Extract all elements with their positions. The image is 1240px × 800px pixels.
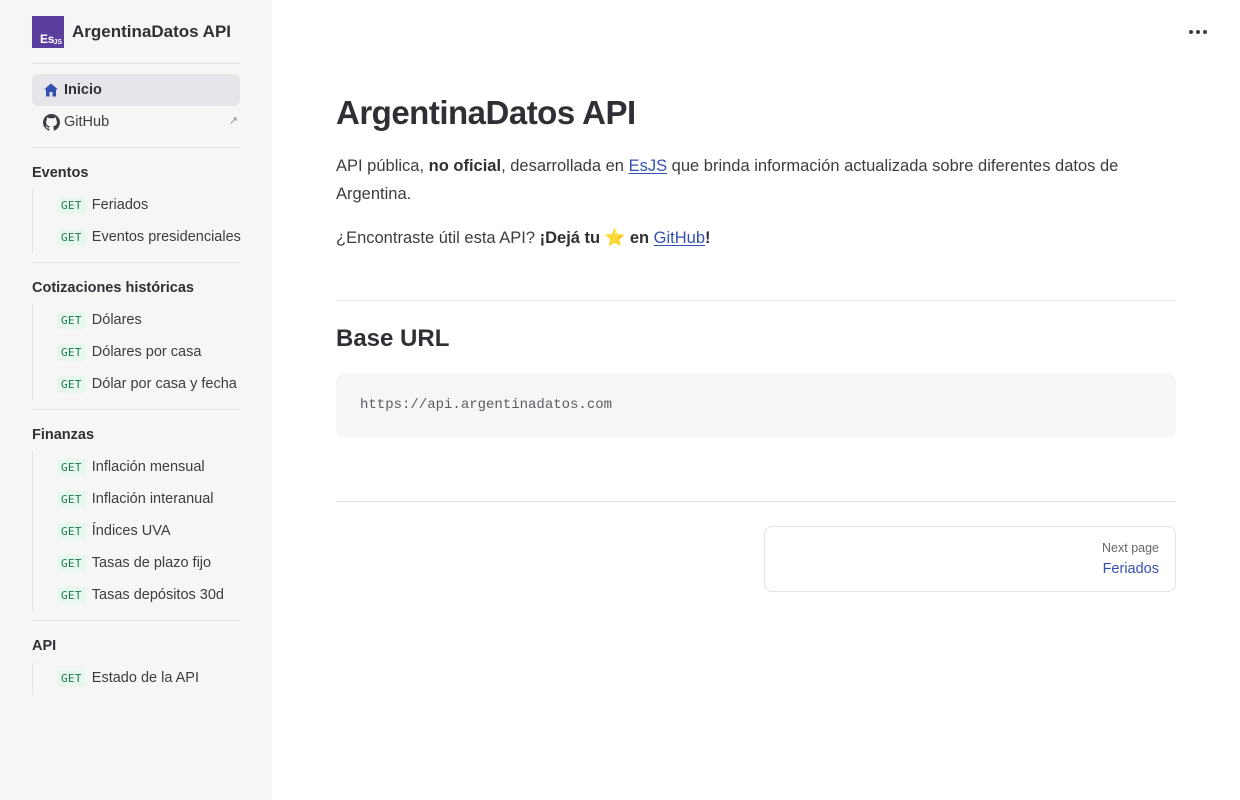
intro-bold: no oficial [428,157,502,175]
get-method-badge: GET [57,228,86,246]
next-page-label: Next page [1102,541,1159,555]
base-url-heading: Base URL [336,325,450,352]
sidebar-group-finanzas: Finanzas GET Inflación mensual GET Inflaci… [32,419,240,611]
sidebar-item-label: Estado de la API [91,670,199,686]
sidebar-item-dolar-por-casa-y-fecha[interactable]: GET Dólar por casa y fecha [57,368,240,400]
sidebar-item-tasas-depositos-30d[interactable]: GET Tasas depósitos 30d [57,579,240,611]
nav-item-label: Inicio [64,82,102,98]
home-icon [42,81,60,99]
nav-item-github[interactable]: GitHub ↗ [32,106,240,138]
next-page-link[interactable]: Next page Feriados [764,526,1176,592]
more-options-button[interactable] [1186,22,1210,42]
sidebar-item-inflacion-mensual[interactable]: GET Inflación mensual [57,451,240,483]
divider [32,620,240,621]
intro-text: , desarrollada en [501,157,629,175]
sidebar-group-list: GET Feriados GET Eventos presidenciales [32,189,241,253]
page-title: ArgentinaDatos API [336,94,636,131]
esjs-logo: Es JS [32,16,64,48]
divider [336,300,1176,301]
get-method-badge: GET [57,490,86,508]
external-link-icon: ↗ [228,115,238,127]
sidebar-group-title: Cotizaciones históricas [32,280,194,296]
sidebar-group-list: GET Inflación mensual GET Inflación intera… [32,451,240,611]
sidebar-group-title: Eventos [32,165,89,181]
github-icon [42,113,60,131]
sidebar-item-label: Inflación mensual [91,459,205,475]
dot-icon [1203,30,1207,34]
get-method-badge: GET [57,554,86,572]
sidebar-item-label: Dólares por casa [91,344,202,360]
get-method-badge: GET [57,311,86,329]
esjs-link[interactable]: EsJS [629,157,668,175]
base-url-text: https://api.argentinadatos.com [360,397,613,413]
github-link[interactable]: GitHub [654,229,705,247]
divider [32,63,240,64]
sidebar-item-label: Dólar por casa y fecha [91,376,237,392]
cta-paragraph: ¿Encontraste útil esta API? ¡Dejá tu ⭐ e… [336,224,1176,252]
divider [336,501,1176,502]
get-method-badge: GET [57,196,86,214]
sidebar-item-eventos-presidenciales[interactable]: GET Eventos presidenciales [57,221,241,253]
sidebar-item-label: Feriados [91,197,149,213]
get-method-badge: GET [57,586,86,604]
next-page-title: Feriados [1102,561,1159,577]
sidebar-group-list: GET Dólares GET Dólares por casa GET Dólar … [32,304,240,400]
intro-paragraph: API pública, no oficial, desarrollada en… [336,152,1176,208]
cta-bold: ¡Dejá tu ⭐ en [539,229,654,247]
sidebar-group-title: Finanzas [32,427,95,443]
sidebar-item-label: Índices UVA [91,523,171,539]
divider [32,409,240,410]
sidebar-item-label: Tasas depósitos 30d [91,587,224,603]
sidebar-item-dolares[interactable]: GET Dólares [57,304,240,336]
sidebar: Es JS ArgentinaDatos API Inicio GitHub ↗… [0,0,272,800]
dot-icon [1196,30,1200,34]
sidebar-item-estado-api[interactable]: GET Estado de la API [57,662,240,694]
get-method-badge: GET [57,458,86,476]
sidebar-item-dolares-por-casa[interactable]: GET Dólares por casa [57,336,240,368]
brand[interactable]: Es JS ArgentinaDatos API [32,16,240,48]
nav-item-inicio[interactable]: Inicio [32,74,240,106]
sidebar-item-feriados[interactable]: GET Feriados [57,189,240,221]
nav-item-label: GitHub [64,114,110,130]
base-url-code-block[interactable]: https://api.argentinadatos.com [336,373,1176,437]
logo-main-text: Es [40,32,55,46]
sidebar-group-eventos: Eventos GET Feriados GET Eventos presidenc… [32,157,241,253]
sidebar-group-title: API [32,638,57,654]
sidebar-item-label: Tasas de plazo fijo [91,555,212,571]
sidebar-item-label: Eventos presidenciales [91,229,241,245]
sidebar-item-tasas-plazo-fijo[interactable]: GET Tasas de plazo fijo [57,547,240,579]
get-method-badge: GET [57,343,86,361]
sidebar-item-indices-uva[interactable]: GET Índices UVA [57,515,240,547]
sidebar-group-cotizaciones: Cotizaciones históricas GET Dólares GET Dó… [32,272,240,400]
intro-text: API pública, [336,157,429,175]
dot-icon [1189,30,1193,34]
cta-text: ¿Encontraste útil esta API? [336,229,540,247]
site-title: ArgentinaDatos API [72,22,232,41]
divider [32,147,240,148]
sidebar-item-label: Inflación interanual [91,491,214,507]
get-method-badge: GET [57,669,86,687]
logo-sub-text: JS [53,39,62,46]
get-method-badge: GET [57,375,86,393]
cta-bold: ! [705,229,711,247]
sidebar-group-list: GET Estado de la API [32,662,240,694]
sidebar-item-label: Dólares [91,312,142,328]
get-method-badge: GET [57,522,86,540]
divider [32,262,240,263]
sidebar-item-inflacion-interanual[interactable]: GET Inflación interanual [57,483,240,515]
sidebar-group-api: API GET Estado de la API [32,630,240,694]
